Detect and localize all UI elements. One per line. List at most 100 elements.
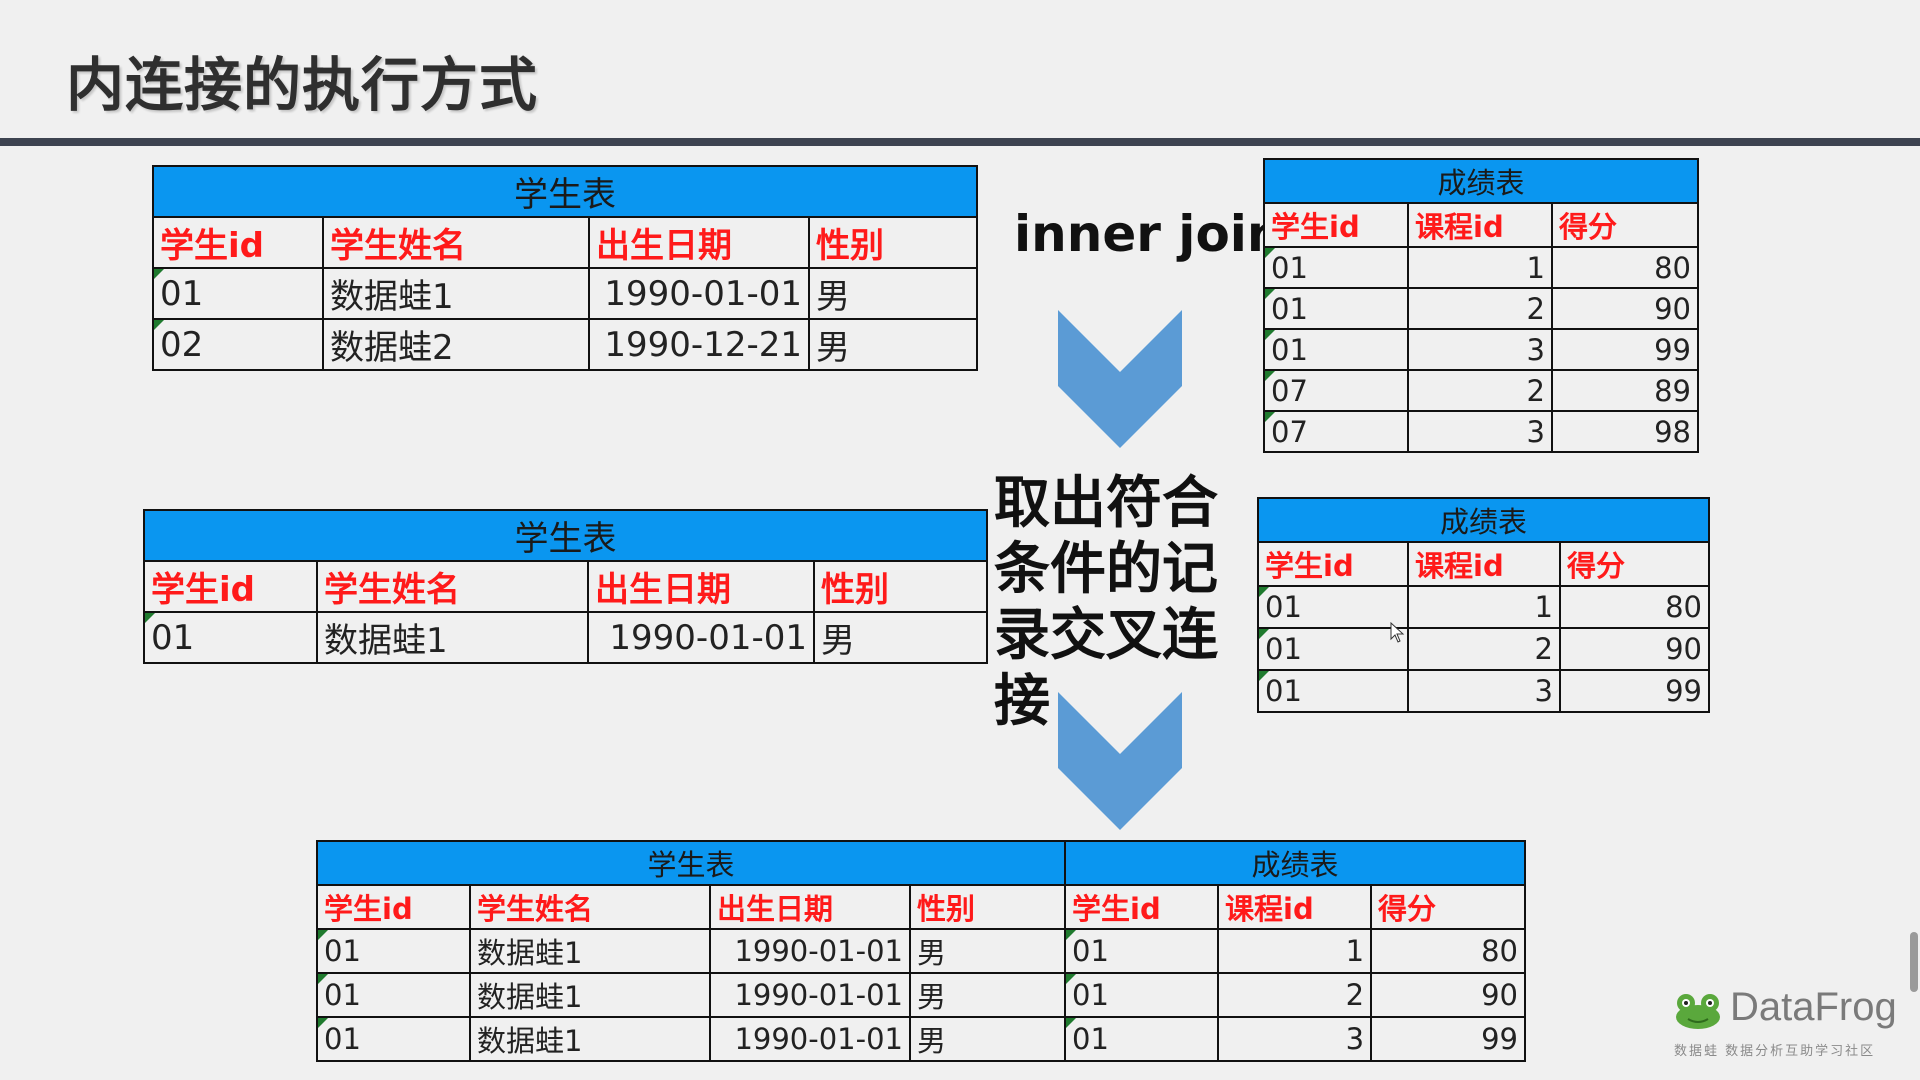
- column-header-score: 得分: [1559, 541, 1710, 587]
- inner-join-label: inner join: [1014, 205, 1283, 263]
- cell-birth-date: 1990-01-01: [709, 928, 911, 974]
- cell-score-student-id: 01: [1064, 928, 1220, 974]
- cell-student-id: 01: [316, 972, 471, 1018]
- cell-course-id: 3: [1407, 328, 1553, 371]
- table-row: 01 数据蛙1 1990-01-01 男: [143, 611, 988, 664]
- datafrog-logo: DataFrog 数据蛙 数据分析互助学习社区: [1668, 985, 1908, 1065]
- column-header-birth-date: 出生日期: [587, 560, 815, 613]
- logo-subtitle: 数据蛙 数据分析互助学习社区: [1674, 1044, 1876, 1059]
- table-row: 01 3 99: [1257, 669, 1710, 713]
- cell-score: 99: [1559, 669, 1710, 713]
- mouse-cursor-icon: [1390, 622, 1405, 643]
- cell-course-id: 3: [1407, 410, 1553, 453]
- cell-student-id: 01: [316, 1016, 471, 1062]
- table-caption: 学生表: [143, 509, 988, 562]
- cell-course-id: 2: [1407, 627, 1561, 671]
- table-row: 01 1 80: [1263, 246, 1699, 289]
- column-header-student-id: 学生id: [316, 884, 471, 930]
- down-chevron-icon: [1058, 692, 1182, 830]
- column-header-student-name: 学生姓名: [316, 560, 589, 613]
- table-header-row: 学生id 学生姓名 出生日期 性别: [152, 216, 978, 269]
- column-header-gender: 性别: [808, 216, 978, 269]
- column-header-score: 得分: [1370, 884, 1527, 930]
- column-header-course-id: 课程id: [1217, 884, 1373, 930]
- score-table-filtered: 成绩表 学生id 课程id 得分 01 1 80 01 2 90 01 3 99: [1257, 497, 1710, 713]
- cell-gender: 男: [808, 267, 978, 320]
- cell-course-id: 1: [1407, 246, 1553, 289]
- cell-student-name: 数据蛙1: [469, 928, 711, 974]
- student-table-full: 学生表 学生id 学生姓名 出生日期 性别 01 数据蛙1 1990-01-01…: [152, 165, 978, 371]
- cell-score: 90: [1559, 627, 1710, 671]
- column-header-student-id: 学生id: [152, 216, 324, 269]
- table-row: 01 2 90: [1257, 627, 1710, 671]
- cell-birth-date: 1990-01-01: [588, 267, 810, 320]
- cell-score: 90: [1551, 287, 1699, 330]
- score-table-full: 成绩表 学生id 课程id 得分 01 1 80 01 2 90 01 3 99…: [1263, 158, 1699, 453]
- cell-score-student-id: 01: [1064, 972, 1220, 1018]
- cell-gender: 男: [908, 928, 1067, 974]
- cell-course-id: 2: [1217, 972, 1373, 1018]
- cell-course-id: 3: [1407, 669, 1561, 713]
- table-caption-row: 学生表 成绩表: [315, 840, 1527, 886]
- cell-score: 80: [1551, 246, 1699, 289]
- cell-student-id: 01: [1263, 287, 1409, 330]
- cell-student-id: 01: [152, 267, 324, 320]
- table-row: 01 数据蛙1 1990-01-01 男: [152, 267, 978, 320]
- cell-student-id: 01: [1257, 627, 1409, 671]
- column-header-birth-date: 出生日期: [588, 216, 810, 269]
- cell-student-name: 数据蛙1: [316, 611, 589, 664]
- scrollbar-thumb[interactable]: [1910, 932, 1918, 992]
- cell-student-id: 01: [1257, 585, 1409, 629]
- cell-student-id: 01: [1263, 246, 1409, 289]
- table-row: 01 3 99: [1263, 328, 1699, 371]
- table-row: 01 1 80: [1257, 585, 1710, 629]
- cell-course-id: 2: [1407, 287, 1553, 330]
- table-caption: 成绩表: [1064, 840, 1527, 886]
- table-caption-row: 成绩表: [1257, 497, 1710, 543]
- table-caption: 成绩表: [1263, 158, 1699, 204]
- table-caption-row: 学生表: [143, 509, 988, 562]
- cell-student-id: 01: [1263, 328, 1409, 371]
- cell-birth-date: 1990-12-21: [588, 318, 810, 371]
- cell-student-id: 01: [316, 928, 471, 974]
- cell-score: 99: [1370, 1016, 1527, 1062]
- cell-score: 98: [1551, 410, 1699, 453]
- down-chevron-icon: [1058, 310, 1182, 448]
- cell-student-id: 02: [152, 318, 324, 371]
- cell-student-id: 07: [1263, 410, 1409, 453]
- cell-course-id: 1: [1407, 585, 1561, 629]
- table-header-row: 学生id 课程id 得分: [1257, 541, 1710, 587]
- cell-birth-date: 1990-01-01: [709, 1016, 911, 1062]
- column-header-course-id: 课程id: [1407, 202, 1553, 248]
- cell-birth-date: 1990-01-01: [709, 972, 911, 1018]
- table-caption: 学生表: [315, 840, 1067, 886]
- column-header-student-name: 学生姓名: [469, 884, 711, 930]
- table-row: 07 2 89: [1263, 369, 1699, 412]
- cell-student-name: 数据蛙1: [469, 972, 711, 1018]
- table-row: 01 数据蛙1 1990-01-01 男 01 3 99: [316, 1016, 1527, 1062]
- frog-icon: [1676, 994, 1720, 1029]
- cell-student-name: 数据蛙1: [322, 267, 590, 320]
- cell-course-id: 1: [1217, 928, 1373, 974]
- cell-gender: 男: [908, 1016, 1067, 1062]
- cell-score-student-id: 01: [1064, 1016, 1220, 1062]
- table-caption: 学生表: [152, 165, 978, 218]
- column-header-gender: 性别: [813, 560, 988, 613]
- cell-student-id: 07: [1263, 369, 1409, 412]
- cell-gender: 男: [813, 611, 988, 664]
- cell-student-id: 01: [1257, 669, 1409, 713]
- slide-title: 内连接的执行方式: [66, 51, 539, 119]
- table-header-row: 学生id 学生姓名 出生日期 性别: [143, 560, 988, 613]
- table-caption: 成绩表: [1257, 497, 1710, 543]
- table-header-row: 学生id 学生姓名 出生日期 性别 学生id 课程id 得分: [316, 884, 1527, 930]
- table-caption-row: 学生表: [152, 165, 978, 218]
- cell-gender: 男: [908, 972, 1067, 1018]
- column-header-student-id: 学生id: [143, 560, 318, 613]
- cell-student-name: 数据蛙2: [322, 318, 590, 371]
- column-header-student-id: 学生id: [1257, 541, 1409, 587]
- cell-score: 90: [1370, 972, 1527, 1018]
- logo-name: DataFrog: [1730, 985, 1897, 1029]
- column-header-student-name: 学生姓名: [322, 216, 590, 269]
- cell-score: 80: [1559, 585, 1710, 629]
- cell-course-id: 2: [1407, 369, 1553, 412]
